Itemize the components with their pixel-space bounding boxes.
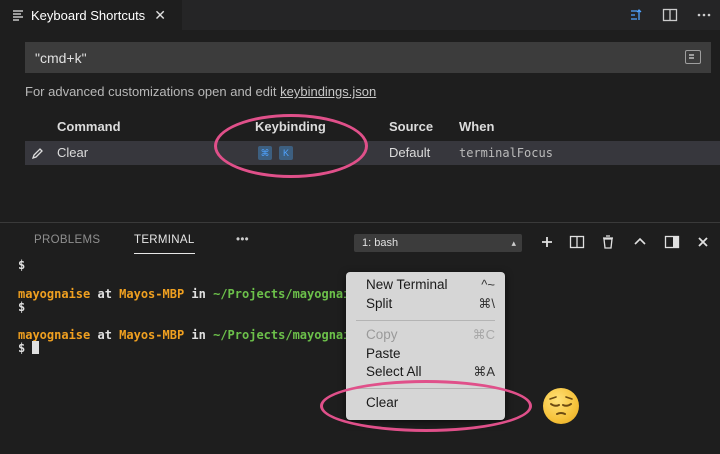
terminal-context-menu: New Terminal ^~ Split ⌘\ Copy ⌘C Paste S… — [346, 272, 505, 420]
open-keybindings-json-icon[interactable] — [628, 7, 644, 23]
row-source: Default — [389, 145, 431, 160]
split-editor-icon[interactable] — [662, 7, 678, 23]
terminal-host: Mayos-MBP — [119, 328, 185, 342]
trash-icon[interactable] — [600, 234, 616, 250]
tab-keyboard-shortcuts[interactable]: Keyboard Shortcuts ✕ — [0, 0, 182, 30]
menu-item-shortcut: ^~ — [481, 277, 495, 292]
split-terminal-icon[interactable] — [569, 234, 585, 250]
terminal-path: ~/Projects/mayognaise — [213, 328, 365, 342]
row-when: terminalFocus — [459, 146, 553, 160]
close-tab-icon[interactable]: ✕ — [154, 7, 166, 24]
menu-item-clear[interactable]: Clear — [346, 395, 505, 414]
hint-text: For advanced customizations open and edi… — [25, 84, 281, 99]
menu-item-label: Split — [366, 296, 393, 311]
menu-item-split[interactable]: Split ⌘\ — [346, 296, 505, 315]
pensive-face-emoji-icon — [543, 388, 579, 424]
tab-problems[interactable]: PROBLEMS — [34, 234, 100, 246]
maximize-chevron-icon[interactable] — [632, 234, 648, 250]
keycap-k: K — [279, 146, 293, 160]
close-icon[interactable] — [695, 234, 711, 250]
record-keys-icon[interactable] — [685, 50, 701, 64]
column-header-command: Command — [57, 119, 121, 134]
more-actions-icon[interactable] — [696, 7, 712, 23]
keybindings-search-input[interactable]: "cmd+k" — [25, 42, 711, 73]
menu-item-paste[interactable]: Paste — [346, 346, 505, 365]
keybindings-json-link[interactable]: keybindings.json — [280, 84, 376, 99]
menu-item-select-all[interactable]: Select All ⌘A — [346, 364, 505, 383]
prompt-symbol: $ — [18, 258, 26, 272]
tab-terminal[interactable]: TERMINAL — [134, 234, 195, 254]
add-terminal-icon[interactable] — [539, 234, 555, 250]
menu-item-label: Paste — [366, 346, 401, 361]
terminal-select-value: 1: bash — [362, 237, 399, 249]
row-command: Clear — [57, 145, 89, 160]
terminal-status-line: mayognaise at Mayos-MBP in ~/Projects/ma… — [18, 328, 365, 342]
terminal-user: mayognaise — [18, 287, 91, 301]
customization-hint: For advanced customizations open and edi… — [25, 84, 376, 99]
terminal-prompt-line: $ — [18, 300, 25, 314]
menu-item-copy: Copy ⌘C — [346, 327, 505, 346]
editor-tab-bar: Keyboard Shortcuts ✕ — [0, 0, 720, 30]
menu-separator — [356, 320, 495, 321]
terminal-in: in — [184, 328, 214, 342]
keybindings-table-header: Command Keybinding Source When — [25, 116, 720, 138]
editor-actions — [628, 0, 712, 30]
column-header-source: Source — [389, 119, 434, 134]
terminal-prompt-line: $ — [18, 258, 25, 272]
keycap-cmd: ⌘ — [258, 146, 272, 160]
menu-item-label: New Terminal — [366, 277, 448, 292]
terminal-select[interactable]: 1: bash ▴ — [354, 234, 522, 252]
terminal-at: at — [90, 287, 120, 301]
menu-item-label: Select All — [366, 364, 422, 379]
terminal-status-line: mayognaise at Mayos-MBP in ~/Projects/ma… — [18, 287, 365, 301]
select-arrows-icon: ▴ — [511, 238, 516, 248]
menu-item-shortcut: ⌘C — [472, 327, 495, 342]
menu-item-label: Copy — [366, 327, 398, 342]
menu-item-new-terminal[interactable]: New Terminal ^~ — [346, 277, 505, 296]
column-header-when: When — [459, 119, 495, 134]
terminal-in: in — [184, 287, 214, 301]
prompt-symbol: $ — [18, 300, 26, 314]
menu-separator — [356, 388, 495, 389]
terminal-host: Mayos-MBP — [119, 287, 185, 301]
prompt-symbol: $ — [18, 341, 26, 355]
tab-title: Keyboard Shortcuts — [31, 7, 146, 23]
toggle-panel-icon[interactable] — [664, 234, 680, 250]
terminal-path: ~/Projects/mayognaise — [213, 287, 365, 301]
terminal-cursor — [32, 341, 40, 354]
menu-item-shortcut: ⌘A — [473, 364, 495, 379]
table-row[interactable]: Clear ⌘ K Default terminalFocus — [25, 141, 720, 165]
search-value: "cmd+k" — [35, 49, 87, 66]
menu-item-shortcut: ⌘\ — [478, 296, 495, 311]
terminal-input-line[interactable]: $ — [18, 341, 40, 355]
terminal-user: mayognaise — [18, 328, 91, 342]
menu-item-label: Clear — [366, 395, 399, 410]
column-header-keybinding: Keybinding — [255, 119, 326, 134]
terminal-at: at — [90, 328, 120, 342]
list-icon — [12, 9, 24, 21]
edit-pencil-icon[interactable] — [31, 146, 45, 160]
panel-more-icon[interactable]: ••• — [236, 234, 249, 246]
